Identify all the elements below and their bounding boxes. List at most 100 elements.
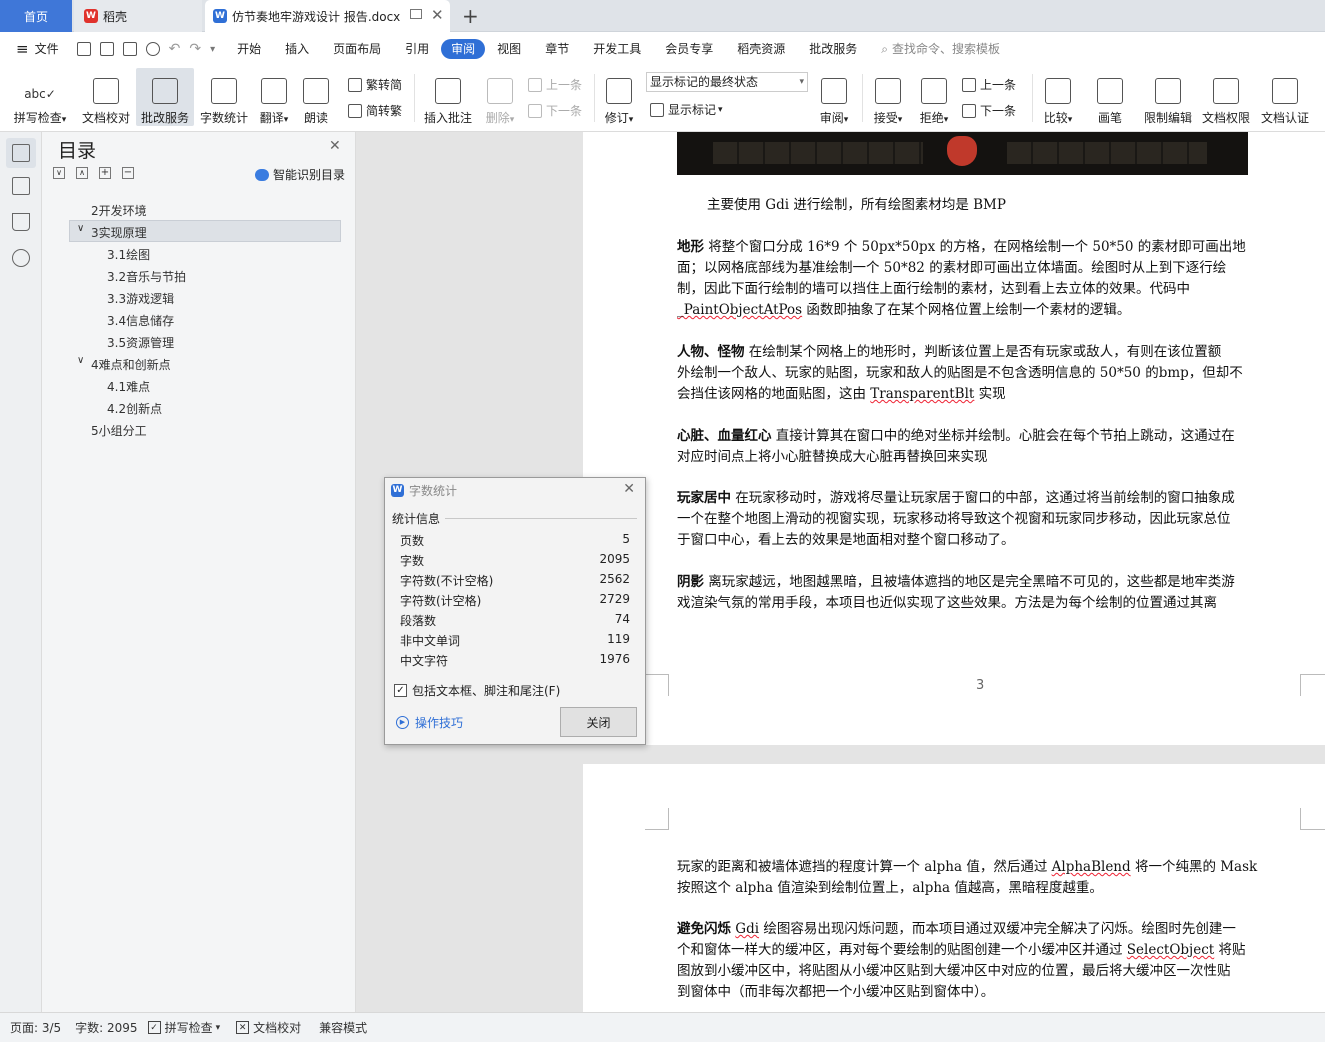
menu-view[interactable]: 视图 [485,39,533,59]
menu-page-layout[interactable]: 页面布局 [321,39,393,59]
remove-heading-icon[interactable]: − [122,167,134,179]
simp-to-trad-button[interactable]: 简转繁 [348,102,402,119]
restrict-editing-button[interactable]: 限制编辑 [1140,68,1196,126]
tips-link[interactable]: ▶ 操作技巧 [396,714,463,731]
toc-item[interactable]: 4难点和创新点 [91,356,171,373]
print-preview-icon[interactable] [145,42,160,56]
hamburger-icon: ≡ [16,40,29,58]
toc-item[interactable]: 4.1难点 [107,378,150,395]
track-changes-button[interactable]: 修订▾ [600,68,638,126]
toc-item[interactable]: 3.5资源管理 [107,334,174,351]
pen-button[interactable]: 画笔 [1090,68,1130,126]
trad-to-simp-button[interactable]: 繁转简 [348,76,402,93]
next-comment-icon [528,103,542,118]
menu-start[interactable]: 开始 [225,39,273,59]
smart-toc-button[interactable]: 智能识别目录 [255,166,345,183]
page-indicator[interactable]: 页面: 3/5 [10,1019,61,1036]
left-sidebar [0,132,42,1012]
toc-item[interactable]: 3.2音乐与节拍 [107,268,186,285]
toc-icon[interactable] [12,144,30,162]
read-aloud-button[interactable]: 朗读 [298,68,334,126]
undo-icon[interactable]: ↶ [169,41,181,57]
tab-document[interactable]: W 仿节奏地牢游戏设计 报告.docx ✕ [205,0,450,32]
menu-references[interactable]: 引用 [393,39,441,59]
reject-button[interactable]: 拒绝▾ [914,68,954,126]
word-count-button[interactable]: 字数统计 [196,68,252,126]
show-markup-label: 显示标记 [668,103,717,117]
checkbox-checked-icon: ✓ [147,1021,161,1034]
print-icon[interactable] [122,42,137,56]
code-identifier: SelectObject [1126,942,1215,958]
more-quick-access-icon[interactable]: ▾ [210,44,215,55]
window-mode-icon[interactable] [410,9,422,19]
include-textboxes-checkbox[interactable]: ✓ 包括文本框、脚注和尾注(F) [394,682,560,699]
accept-label: 接受 [873,111,898,125]
menu-correction-service[interactable]: 批改服务 [797,39,869,59]
toc-item[interactable]: 3.4信息储存 [107,312,174,329]
page-corner-mark [645,808,669,830]
export-pdf-icon[interactable] [99,42,114,56]
toc-item[interactable]: 2开发环境 [91,202,147,219]
read-aloud-label: 朗读 [303,111,328,125]
markup-state-select[interactable]: 显示标记的最终状态 ▾ [646,72,808,92]
accept-button[interactable]: 接受▾ [868,68,908,126]
review-pane-button[interactable]: 审阅▾ [814,68,854,126]
new-tab-button[interactable]: + [462,0,479,32]
close-tab-icon[interactable]: ✕ [431,6,444,24]
doc-proofread-status[interactable]: ✕ 文档校对 [236,1019,301,1036]
next-change-button[interactable]: 下一条 [962,102,1016,119]
delete-comment-button[interactable]: 删除▾ [480,68,520,126]
markup-state-value: 显示标记的最终状态 [650,75,759,89]
close-button[interactable]: 关闭 [560,707,637,737]
doc-proofread-button[interactable]: 文档校对 [78,68,134,126]
spell-check-status[interactable]: ✓ 拼写检查 ▾ [147,1019,220,1036]
bookmark-icon[interactable] [12,213,30,231]
toc-item[interactable]: 3.3游戏逻辑 [107,290,174,307]
expand-up-icon[interactable]: ∧ [76,167,88,179]
menu-daoke-resources[interactable]: 稻壳资源 [725,39,797,59]
chevron-down-icon[interactable]: ∨ [77,223,84,234]
close-icon[interactable]: ✕ [623,481,635,497]
chevron-down-icon[interactable]: ∨ [77,355,84,366]
word-count-label: 字数统计 [199,111,248,125]
correction-service-button[interactable]: 批改服务 [136,68,194,126]
doc-certification-button[interactable]: 文档认证 [1258,68,1312,126]
doc-permission-button[interactable]: 文档权限 [1200,68,1252,126]
search-icon[interactable] [12,249,30,267]
separator [1032,74,1033,122]
redo-icon[interactable]: ↷ [189,41,201,57]
toc-item[interactable]: 4.2创新点 [107,400,162,417]
menu-member[interactable]: 会员专享 [653,39,725,59]
dialog-title-bar[interactable]: W 字数统计 ✕ [385,478,645,502]
word-count-indicator[interactable]: 字数: 2095 [75,1019,137,1036]
stat-label: 页数 [400,534,425,548]
menu-insert[interactable]: 插入 [273,39,321,59]
command-search[interactable]: ⌕ 查找命令、搜索模板 [869,39,1012,59]
next-comment-button[interactable]: 下一条 [528,102,582,119]
file-menu[interactable]: ≡ 文件 [0,39,71,59]
show-markup-button[interactable]: 显示标记 ▾ [650,101,723,118]
spell-check-button[interactable]: abc✓ 拼写检查▾ [8,68,72,126]
tab-home[interactable]: 首页 [0,0,72,32]
compare-button[interactable]: 比较▾ [1038,68,1078,126]
toc-item[interactable]: 5小组分工 [91,422,147,439]
compare-icon [1045,78,1071,104]
simp-to-trad-label: 简转繁 [366,104,403,118]
prev-comment-button[interactable]: 上一条 [528,76,582,93]
prev-change-button[interactable]: 上一条 [962,76,1016,93]
add-heading-icon[interactable]: + [99,167,111,179]
status-bar: 页面: 3/5 字数: 2095 ✓ 拼写检查 ▾ ✕ 文档校对 兼容模式 [0,1012,1325,1042]
menu-review[interactable]: 审阅 [441,39,486,59]
toc-item[interactable]: 3实现原理 [91,224,147,241]
menu-chapter[interactable]: 章节 [533,39,581,59]
insert-comment-button[interactable]: 插入批注 [420,68,476,126]
tab-daoke[interactable]: W 稻壳 [74,0,202,32]
toc-item[interactable]: 3.1绘图 [107,246,150,263]
stat-value: 2729 [599,592,630,606]
close-icon[interactable]: ✕ [329,138,341,154]
section-nav-icon[interactable] [12,177,30,195]
menu-dev-tools[interactable]: 开发工具 [581,39,653,59]
save-icon[interactable] [76,42,91,56]
translate-button[interactable]: 翻译▾ [254,68,294,126]
collapse-all-icon[interactable]: ∨ [53,167,65,179]
